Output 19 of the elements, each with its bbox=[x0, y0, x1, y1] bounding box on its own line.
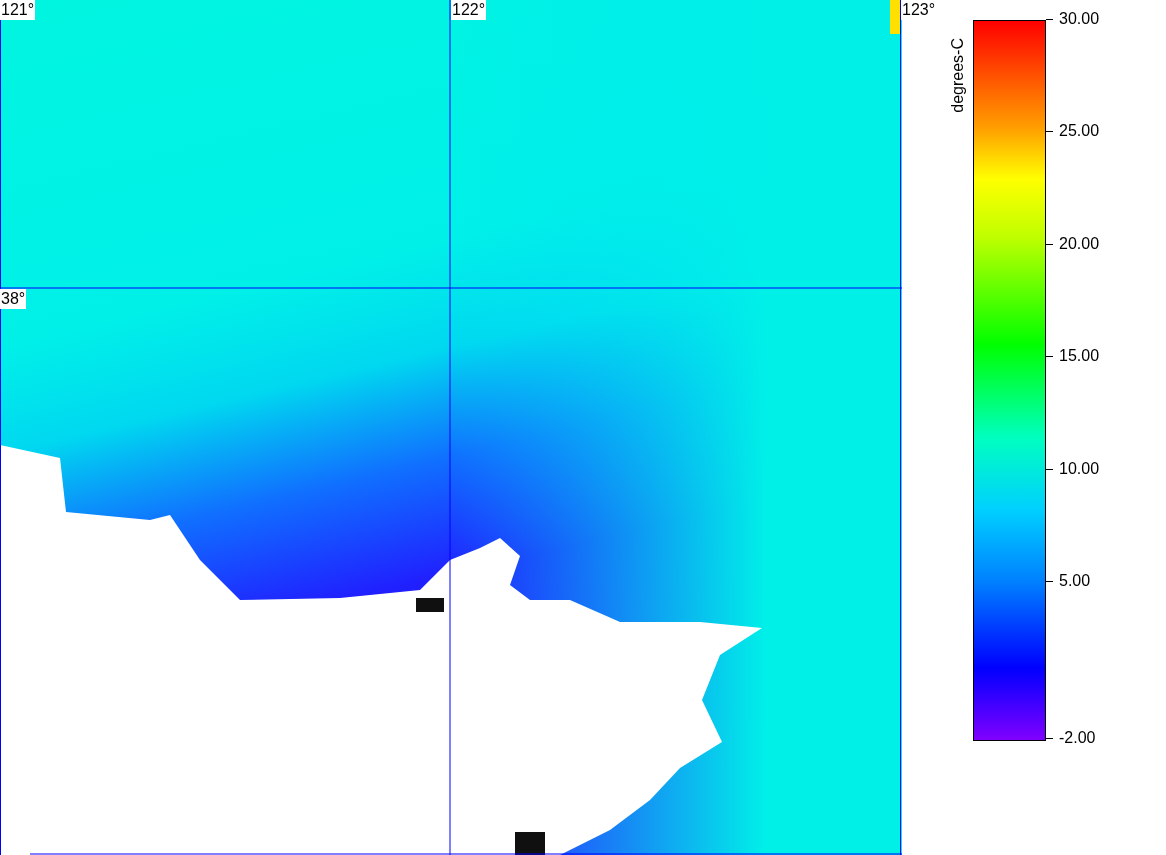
scale-value: 20.00 bbox=[1059, 234, 1100, 254]
unit-label: degrees-C bbox=[948, 38, 967, 113]
scale-value: 5.00 bbox=[1059, 571, 1091, 591]
coordinate-label: 38° bbox=[0, 289, 27, 309]
coordinate-label: 121° bbox=[0, 0, 36, 20]
scale-value: 15.00 bbox=[1059, 346, 1100, 366]
tick-mark bbox=[1046, 130, 1053, 132]
tick-mark bbox=[1046, 18, 1053, 20]
scale-value: -2.00 bbox=[1059, 728, 1096, 748]
scale-value: 10.00 bbox=[1059, 459, 1100, 479]
coordinate-label: 123° bbox=[901, 0, 937, 20]
tick-mark bbox=[1046, 468, 1053, 470]
coordinate-label: 122° bbox=[451, 0, 487, 20]
tick-mark bbox=[1046, 243, 1053, 245]
tick-mark bbox=[1046, 355, 1053, 357]
scale-value: 25.00 bbox=[1059, 121, 1100, 141]
scale-value: 30.00 bbox=[1059, 9, 1100, 29]
tick-mark bbox=[1046, 580, 1053, 582]
tick-mark bbox=[1046, 737, 1053, 739]
